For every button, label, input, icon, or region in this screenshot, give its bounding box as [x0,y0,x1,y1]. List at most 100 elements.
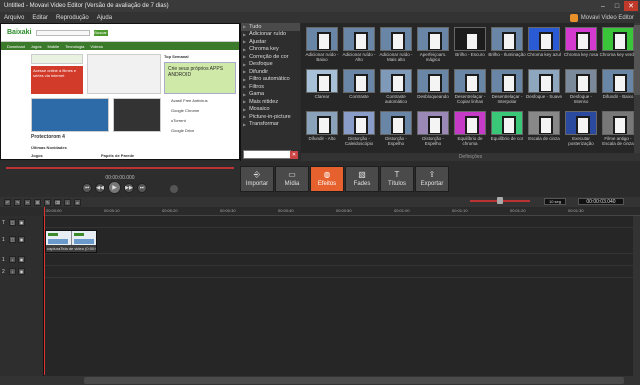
rewind-button[interactable]: ◀◀ [95,182,105,193]
playhead[interactable] [44,207,45,375]
volume-icon[interactable] [170,185,178,193]
effect-thumbnail[interactable]: Difundir - Alto [306,111,339,151]
effect-thumbnail[interactable]: Executar posterização [565,111,598,151]
timeline-tool-button[interactable]: ✂ [24,198,31,206]
chevron-right-icon: ▶ [243,106,247,112]
effect-thumbnail[interactable]: Distorção - Caleidoscópio [343,111,376,151]
fast-forward-button[interactable]: ▶▶ [124,182,134,193]
effect-category-item[interactable]: ▶ Mosaico [241,106,300,114]
visibility-icon[interactable]: ◉ [18,219,25,226]
effect-category-item[interactable]: ▶ Ajustar [241,38,300,46]
effect-category-item[interactable]: ▶ Picture-in-picture [241,113,300,121]
toolbar-button-títulos[interactable]: T Títulos [380,166,414,192]
skip-start-button[interactable]: ⏮ [82,182,92,193]
effect-thumbnail[interactable]: Contraste [343,69,376,109]
toolbar-button-mídia[interactable]: ▭ Mídia [275,166,309,192]
video-clip[interactable]: capturaTela de video (0:00:04) [45,230,97,253]
effect-thumbnail[interactable]: Filme antigo - Escala de cinza [602,111,635,151]
effect-thumbnail[interactable]: Desentrelaçar - Interpolar [491,69,524,109]
effect-category-label: Mais nitidez [249,98,279,105]
effect-category-item[interactable]: ▶ Correção de cor [241,53,300,61]
visibility-icon[interactable]: ◉ [18,236,25,243]
effects-search-input[interactable] [243,150,291,159]
effect-thumbnail[interactable]: Desbloqueando [417,69,450,109]
effect-category-item[interactable]: ▶ Tudo [241,23,300,31]
maximize-button[interactable]: □ [610,1,624,11]
timeline-ruler[interactable]: 00:00:00 00:00:10 00:00:20 00:00:30 00:00:40… [44,207,640,216]
close-button[interactable]: ✕ [624,1,638,11]
play-button[interactable]: ▶ [108,181,121,194]
timeline-vertical-scrollbar[interactable] [633,216,640,376]
effect-category-item[interactable]: ▶ Adicionar ruído [241,31,300,39]
zoom-value[interactable]: 10 seg [544,198,566,205]
toolbar-button-fades[interactable]: ▧ Fades [345,166,379,192]
timeline-tool-button[interactable]: ✎ [44,198,51,206]
skip-end-button[interactable]: ⏭ [137,182,147,193]
toolbar-button-importar[interactable]: ⎆ Importar [240,166,274,192]
effect-thumbnail[interactable]: Contraste automático [380,69,413,109]
scrollbar-thumb[interactable] [84,377,624,384]
title-track[interactable] [45,216,640,228]
toolbar-button-exportar[interactable]: ⇪ Exportar [415,166,449,192]
effect-thumbnail[interactable]: Desentrelaçar - Copiar linhas [454,69,487,109]
timeline-tool-button[interactable]: ⌀ [74,198,81,206]
effect-thumbnail[interactable]: Difundir - Baixo [602,69,635,109]
scrollbar-thumb[interactable] [634,25,640,95]
effect-thumbnail[interactable]: Adicionar ruído - Mais alto [379,27,413,67]
effect-category-item[interactable]: ▶ Difundir [241,68,300,76]
effect-thumbnail[interactable]: Desfoque - Suave [526,69,562,109]
effect-category-item[interactable]: ▶ Chroma key [241,46,300,54]
timeline-horizontal-scrollbar[interactable] [0,376,640,385]
lock-icon[interactable]: ▢ [9,236,16,243]
menu-reproducao[interactable]: Reprodução [56,15,89,21]
lock-icon[interactable]: ▢ [9,219,16,226]
effect-thumbnail[interactable]: Brilho - Escuro [454,27,487,67]
effect-thumbnail[interactable]: Adicionar ruído - Baixo [305,27,339,67]
effect-thumbnail[interactable]: Brilho - Iluminação [488,27,526,67]
effect-thumbnail[interactable]: Chroma key azul [527,27,561,67]
preview-nav-item: Tecnologia [65,43,85,49]
menu-editar[interactable]: Editar [32,15,48,21]
audio-track[interactable] [45,254,640,266]
effect-thumbnail[interactable]: Escala de cinza [528,111,561,151]
effect-category-item[interactable]: ▶ Filtros [241,83,300,91]
effect-thumbnail[interactable]: Chroma key rosa [564,27,598,67]
effect-category-item[interactable]: ▶ Transformar [241,121,300,129]
timeline-tool-button[interactable]: ♪ [64,198,71,206]
effect-thumbnail[interactable]: Distorção - Espelho [380,111,413,151]
effect-thumbnail[interactable]: Distorção - Espelho [417,111,450,151]
effect-category-label: Ajustar [249,38,267,45]
effect-category-item[interactable]: ▶ Mais nitidez [241,98,300,106]
effect-thumbnail[interactable]: Clarear [306,69,339,109]
audio-track[interactable] [45,266,640,278]
effect-thumbnail[interactable]: Equilíbrio de cor [491,111,524,151]
mute-icon[interactable]: ◉ [18,268,25,275]
effect-thumbnail[interactable]: Chroma key verde [600,27,636,67]
playback-progress-bar[interactable] [6,167,234,169]
timeline-tool-button[interactable]: ↶ [4,198,11,206]
menu-arquivo[interactable]: Arquivo [4,15,24,21]
toolbar-button-efeitos[interactable]: ◍ Efeitos [310,166,344,192]
video-track[interactable]: capturaTela de video (0:00:04) [45,228,640,254]
definitions-bar[interactable]: Definições [301,153,640,161]
speaker-icon[interactable]: ♪ [9,268,16,275]
timeline-tool-button[interactable]: ↷ [14,198,21,206]
menu-ajuda[interactable]: Ajuda [97,15,112,21]
clear-search-button[interactable]: ✕ [290,151,298,159]
effects-scrollbar[interactable] [634,23,640,153]
effect-category-item[interactable]: ▶ Desfoque [241,61,300,69]
effect-thumbnail[interactable]: Desfoque - Intenso [565,69,598,109]
effect-category-item[interactable]: ▶ Gama [241,91,300,99]
effect-label: Desfoque - Intenso [569,94,592,104]
mute-icon[interactable]: ◉ [18,256,25,263]
timeline-tool-button[interactable]: ⌫ [54,198,61,206]
speaker-icon[interactable]: ♪ [9,256,16,263]
current-time-field[interactable]: 00:00:03.040 [578,198,624,205]
minimize-button[interactable]: – [596,1,610,11]
effect-category-item[interactable]: ▶ Filtro automático [241,76,300,84]
effect-thumbnail[interactable]: Aperfeiçoam. mágico [417,27,450,67]
timeline-tool-button[interactable]: ⊞ [34,198,41,206]
zoom-slider-knob[interactable] [497,197,503,204]
effect-thumbnail[interactable]: Equilíbrio de chroma [454,111,487,151]
effect-thumbnail[interactable]: Adicionar ruído - Alto [342,27,376,67]
